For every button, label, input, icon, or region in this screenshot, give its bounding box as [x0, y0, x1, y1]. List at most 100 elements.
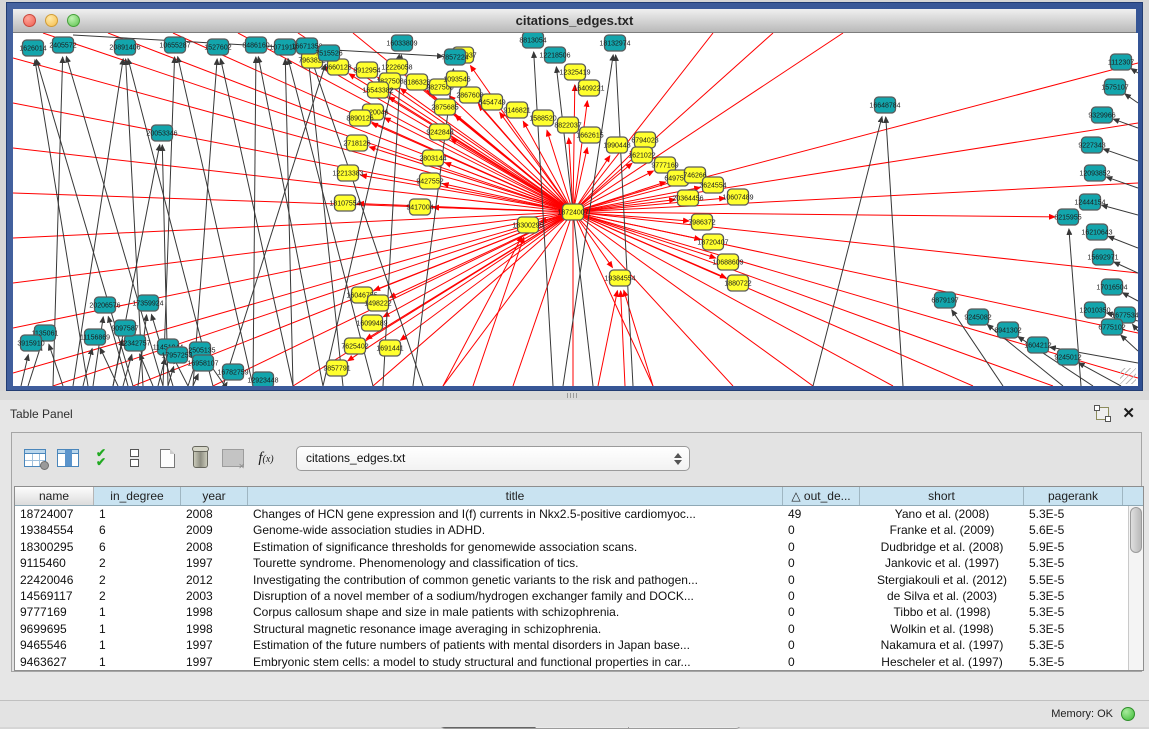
- cell-name[interactable]: 18724007: [15, 506, 94, 522]
- table-settings-icon[interactable]: [20, 444, 50, 472]
- cell-in-degree[interactable]: 1: [94, 506, 181, 522]
- cell-out-de-[interactable]: 0: [783, 539, 860, 555]
- cell-in-degree[interactable]: 6: [94, 539, 181, 555]
- cell-out-de-[interactable]: 0: [783, 637, 860, 653]
- delete-trash-icon[interactable]: [185, 444, 215, 472]
- cell-name[interactable]: 9699695: [15, 621, 94, 637]
- cell-in-degree[interactable]: 2: [94, 572, 181, 588]
- cell-pagerank[interactable]: 5.9E-5: [1024, 539, 1123, 555]
- cell-title[interactable]: Changes of HCN gene expression and I(f) …: [248, 506, 783, 522]
- cell-out-de-[interactable]: 0: [783, 654, 860, 670]
- column-header-year[interactable]: year: [181, 487, 248, 505]
- cell-year[interactable]: 2008: [181, 506, 248, 522]
- cell-out-de-[interactable]: 0: [783, 588, 860, 604]
- cell-title[interactable]: Structural magnetic resonance image aver…: [248, 621, 783, 637]
- cell-short[interactable]: Dudbridge et al. (2008): [860, 539, 1024, 555]
- scrollbar-thumb[interactable]: [1130, 507, 1142, 553]
- cell-name[interactable]: 19384554: [15, 522, 94, 538]
- cell-name[interactable]: 14569117: [15, 588, 94, 604]
- cell-name[interactable]: 9465546: [15, 637, 94, 653]
- cell-name[interactable]: 9115460: [15, 555, 94, 571]
- cell-year[interactable]: 1997: [181, 637, 248, 653]
- column-header-in-degree[interactable]: in_degree: [94, 487, 181, 505]
- close-panel-icon[interactable]: ✕: [1122, 404, 1135, 422]
- cell-name[interactable]: 9463627: [15, 654, 94, 670]
- cell-year[interactable]: 1998: [181, 621, 248, 637]
- table-row[interactable]: 2242004622012Investigating the contribut…: [15, 572, 1128, 588]
- cell-title[interactable]: Tourette syndrome. Phenomenology and cla…: [248, 555, 783, 571]
- cell-out-de-[interactable]: 0: [783, 522, 860, 538]
- cell-short[interactable]: Stergiakouli et al. (2012): [860, 572, 1024, 588]
- column-header-out-de-[interactable]: △ out_de...: [783, 487, 860, 505]
- table-row[interactable]: 969969511998Structural magnetic resonanc…: [15, 621, 1128, 637]
- vertical-scrollbar[interactable]: [1128, 506, 1143, 670]
- float-window-icon[interactable]: [1096, 407, 1109, 420]
- cell-short[interactable]: Yano et al. (2008): [860, 506, 1024, 522]
- cell-title[interactable]: Genome-wide association studies in ADHD.: [248, 522, 783, 538]
- panel-splitter[interactable]: [0, 391, 1149, 400]
- column-header-name[interactable]: name: [15, 487, 94, 505]
- cell-year[interactable]: 2009: [181, 522, 248, 538]
- table-row[interactable]: 911546021997Tourette syndrome. Phenomeno…: [15, 555, 1128, 571]
- cell-name[interactable]: 18300295: [15, 539, 94, 555]
- cell-pagerank[interactable]: 5.3E-5: [1024, 637, 1123, 653]
- cell-year[interactable]: 2008: [181, 539, 248, 555]
- table-selector-dropdown[interactable]: citations_edges.txt: [296, 446, 690, 471]
- window-titlebar[interactable]: citations_edges.txt: [13, 9, 1136, 33]
- cell-year[interactable]: 1997: [181, 555, 248, 571]
- cell-year[interactable]: 2003: [181, 588, 248, 604]
- cell-in-degree[interactable]: 1: [94, 654, 181, 670]
- cell-title[interactable]: Embryonic stem cells: a model to study s…: [248, 654, 783, 670]
- cell-out-de-[interactable]: 0: [783, 572, 860, 588]
- cell-name[interactable]: 9777169: [15, 604, 94, 620]
- cell-title[interactable]: Corpus callosum shape and size in male p…: [248, 604, 783, 620]
- cell-pagerank[interactable]: 5.3E-5: [1024, 506, 1123, 522]
- cell-in-degree[interactable]: 1: [94, 621, 181, 637]
- cell-short[interactable]: Tibbo et al. (1998): [860, 604, 1024, 620]
- cell-in-degree[interactable]: 2: [94, 555, 181, 571]
- cell-short[interactable]: Wolkin et al. (1998): [860, 621, 1024, 637]
- cell-out-de-[interactable]: 0: [783, 555, 860, 571]
- cell-title[interactable]: Investigating the contribution of common…: [248, 572, 783, 588]
- cell-short[interactable]: Franke et al. (2009): [860, 522, 1024, 538]
- table-row[interactable]: 1830029562008Estimation of significance …: [15, 539, 1128, 555]
- cell-year[interactable]: 1998: [181, 604, 248, 620]
- cell-short[interactable]: de Silva et al. (2003): [860, 588, 1024, 604]
- function-builder-icon[interactable]: f(x): [251, 444, 281, 472]
- column-header-pagerank[interactable]: pagerank: [1024, 487, 1123, 505]
- cell-pagerank[interactable]: 5.3E-5: [1024, 621, 1123, 637]
- cell-pagerank[interactable]: 5.6E-5: [1024, 522, 1123, 538]
- cell-title[interactable]: Estimation of significance thresholds fo…: [248, 539, 783, 555]
- table-row[interactable]: 977716911998Corpus callosum shape and si…: [15, 604, 1128, 620]
- cell-year[interactable]: 1997: [181, 654, 248, 670]
- cell-title[interactable]: Disruption of a novel member of a sodium…: [248, 588, 783, 604]
- cell-pagerank[interactable]: 5.3E-5: [1024, 588, 1123, 604]
- cell-year[interactable]: 2012: [181, 572, 248, 588]
- table-row[interactable]: 1456911722003Disruption of a novel membe…: [15, 588, 1128, 604]
- cell-short[interactable]: Nakamura et al. (1997): [860, 637, 1024, 653]
- cell-pagerank[interactable]: 5.5E-5: [1024, 572, 1123, 588]
- cell-in-degree[interactable]: 6: [94, 522, 181, 538]
- show-columns-icon[interactable]: [53, 444, 83, 472]
- cell-in-degree[interactable]: 2: [94, 588, 181, 604]
- cell-in-degree[interactable]: 1: [94, 637, 181, 653]
- column-header-title[interactable]: title: [248, 487, 783, 505]
- cell-out-de-[interactable]: 0: [783, 604, 860, 620]
- select-all-checks-icon[interactable]: ✔✔: [86, 444, 116, 472]
- cell-pagerank[interactable]: 5.3E-5: [1024, 604, 1123, 620]
- table-row[interactable]: 946362711997Embryonic stem cells: a mode…: [15, 654, 1128, 670]
- cell-in-degree[interactable]: 1: [94, 604, 181, 620]
- table-row[interactable]: 1872400712008Changes of HCN gene express…: [15, 506, 1128, 522]
- cell-name[interactable]: 22420046: [15, 572, 94, 588]
- cell-short[interactable]: Hescheler et al. (1997): [860, 654, 1024, 670]
- canvas-resize-grip[interactable]: [1120, 368, 1136, 384]
- cell-short[interactable]: Jankovic et al. (1997): [860, 555, 1024, 571]
- network-canvas[interactable]: 1872400718300295193845547963822866012889…: [13, 33, 1138, 386]
- table-row[interactable]: 946554611997Estimation of the future num…: [15, 637, 1128, 653]
- splitter-grip-icon[interactable]: [567, 393, 579, 398]
- new-document-icon[interactable]: [152, 444, 182, 472]
- cell-title[interactable]: Estimation of the future numbers of pati…: [248, 637, 783, 653]
- cell-pagerank[interactable]: 5.3E-5: [1024, 654, 1123, 670]
- cell-pagerank[interactable]: 5.3E-5: [1024, 555, 1123, 571]
- column-header-short[interactable]: short: [860, 487, 1024, 505]
